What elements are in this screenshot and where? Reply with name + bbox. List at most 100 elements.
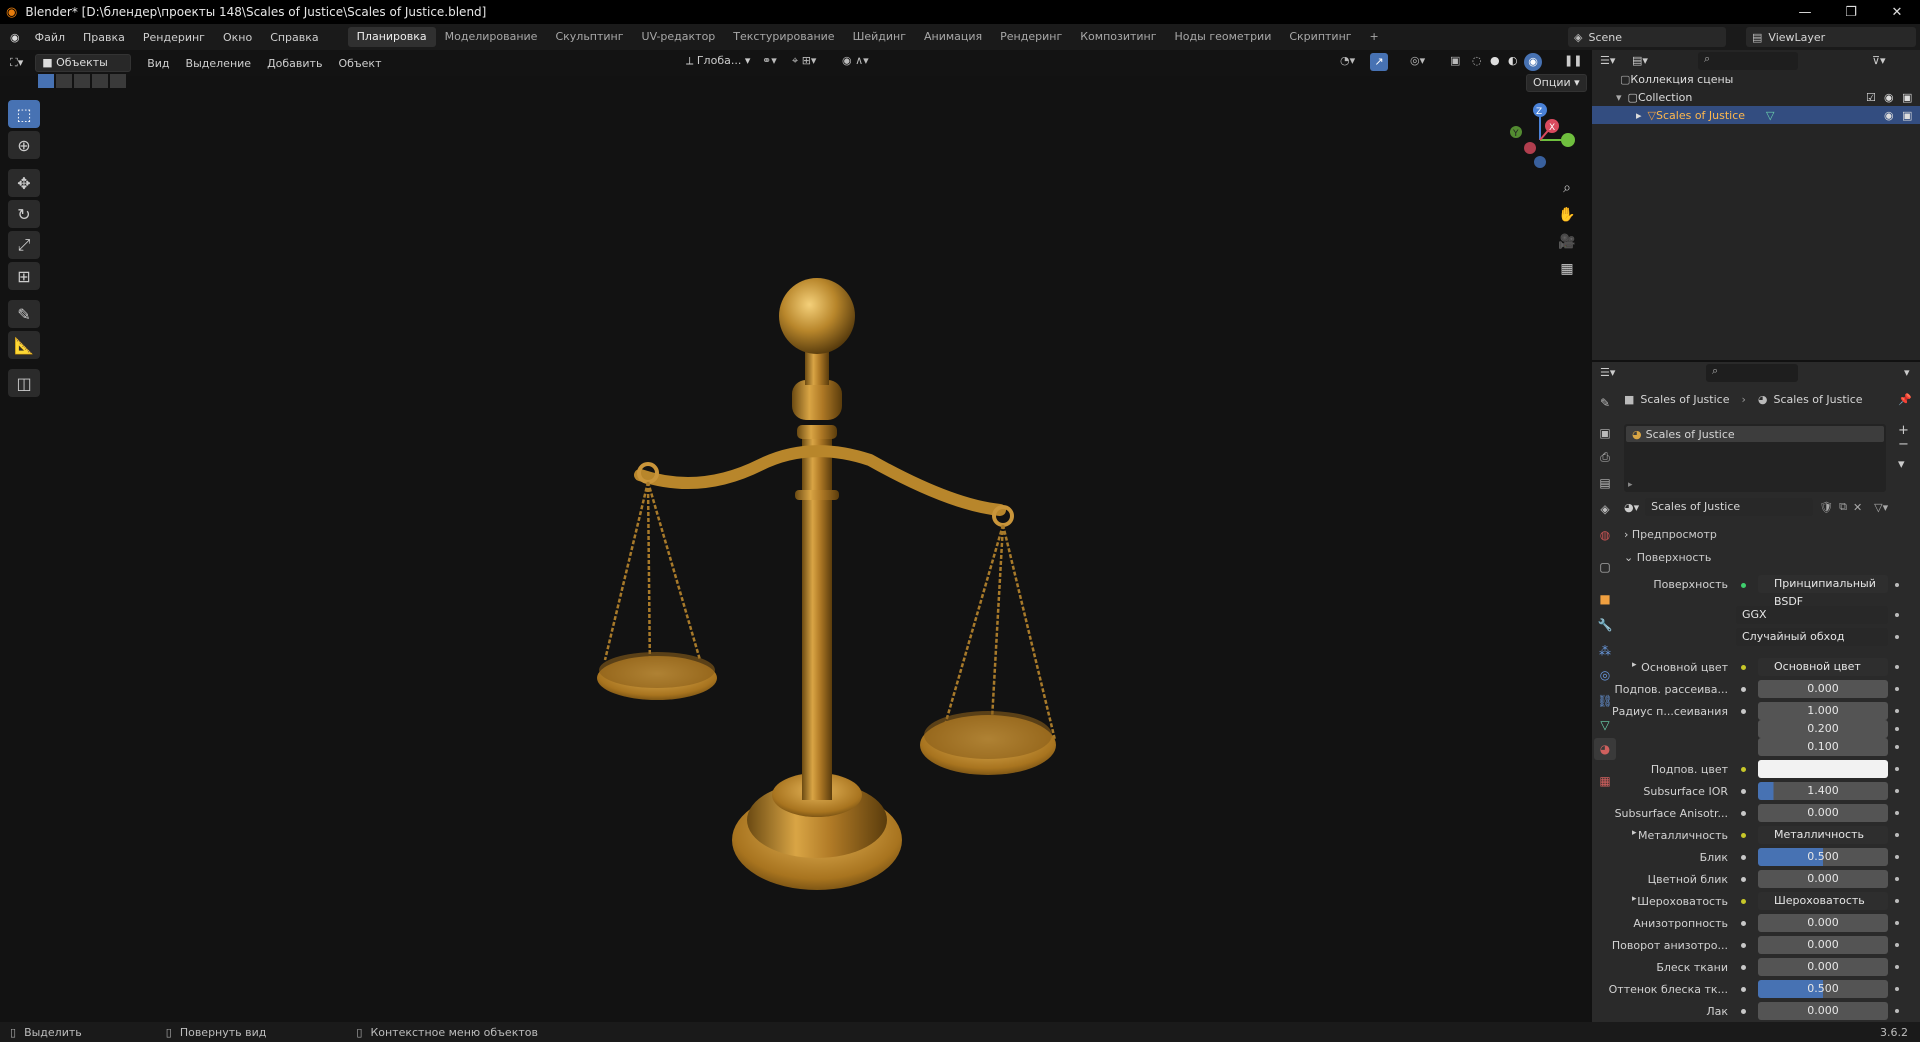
gizmo-toggle-icon[interactable]: ↗ <box>1370 53 1388 71</box>
properties-search-input[interactable]: ⌕ <box>1706 364 1798 382</box>
select-invert-icon[interactable] <box>92 74 108 88</box>
expand-arrow-icon[interactable]: ▸ <box>1632 894 1637 904</box>
world-tab-icon[interactable]: ◍ <box>1594 524 1616 546</box>
tab-rendering[interactable]: Рендеринг <box>991 27 1071 47</box>
render-tab-icon[interactable]: ▣ <box>1594 422 1616 444</box>
socket-icon[interactable] <box>1741 987 1746 992</box>
menu-render[interactable]: Рендеринг <box>134 31 214 44</box>
chevron-down-icon[interactable]: ▾ <box>1904 366 1910 379</box>
filter-icon[interactable]: ⊽▾ <box>1872 54 1886 67</box>
outliner-row-scene-collection[interactable]: ▢ Коллекция сцены <box>1592 70 1920 88</box>
texture-tab-icon[interactable]: ▦ <box>1594 770 1616 792</box>
view-layer-tab-icon[interactable]: ▤ <box>1594 472 1616 494</box>
menu-object[interactable]: Объект <box>330 57 389 70</box>
material-shading-icon[interactable]: ◐ <box>1508 54 1518 67</box>
keyframe-dot-icon[interactable] <box>1895 921 1899 925</box>
panel-surface[interactable]: ⌄ Поверхность <box>1624 551 1711 564</box>
checkbox-icon[interactable]: ☑ <box>1866 91 1876 104</box>
socket-icon[interactable] <box>1741 855 1746 860</box>
camera-icon[interactable]: ▣ <box>1902 91 1912 104</box>
distribution-dropdown[interactable]: GGX <box>1736 606 1888 624</box>
socket-icon[interactable] <box>1741 665 1746 670</box>
slot-specials-button[interactable]: ▾ <box>1898 458 1909 472</box>
socket-icon[interactable] <box>1741 833 1746 838</box>
keyframe-dot-icon[interactable] <box>1895 635 1899 639</box>
number-field[interactable]: 0.500 <box>1758 848 1888 866</box>
display-mode-icon[interactable]: ▤▾ <box>1632 54 1648 67</box>
tab-modeling[interactable]: Моделирование <box>436 27 547 47</box>
minimize-button[interactable]: — <box>1782 0 1828 24</box>
socket-icon[interactable] <box>1741 877 1746 882</box>
material-slot-row[interactable]: ◕ Scales of Justice <box>1626 426 1884 442</box>
unlink-icon[interactable]: ✕ <box>1853 501 1862 514</box>
proportional-edit-icon[interactable]: ◉ ∧▾ <box>842 54 869 67</box>
tab-uv-editing[interactable]: UV-редактор <box>633 27 725 47</box>
pause-render-icon[interactable]: ❚❚ <box>1564 54 1582 67</box>
select-box-tool-icon[interactable]: ⬚ <box>8 100 40 128</box>
overlays-icon[interactable]: ◎▾ <box>1410 54 1425 67</box>
keyframe-dot-icon[interactable] <box>1895 987 1899 991</box>
socket-icon[interactable] <box>1741 943 1746 948</box>
xray-icon[interactable]: ▣ <box>1450 54 1460 67</box>
outliner-search-input[interactable]: ⌕ <box>1698 52 1798 70</box>
perspective-grid-icon[interactable]: ▦ <box>1555 257 1579 281</box>
material-tab-icon[interactable]: ◕ <box>1594 738 1616 760</box>
fake-user-icon[interactable]: 🛡 <box>1819 501 1833 514</box>
rendered-shading-icon[interactable]: ◉ <box>1524 53 1542 71</box>
editor-type-icon[interactable]: ⛶▾ <box>10 56 23 70</box>
zoom-icon[interactable]: ⌕ <box>1555 176 1579 200</box>
modifier-tab-icon[interactable]: 🔧 <box>1594 614 1616 636</box>
collection-tab-icon[interactable]: ▢ <box>1594 556 1616 578</box>
socket-icon[interactable] <box>1741 767 1746 772</box>
number-field[interactable]: 1.400 <box>1758 782 1888 800</box>
number-field[interactable]: 0.000 <box>1758 958 1888 976</box>
keyframe-dot-icon[interactable] <box>1895 745 1899 749</box>
socket-icon[interactable] <box>1741 687 1746 692</box>
outliner-row-scales-of-justice[interactable]: ▸ ▽ Scales of Justice ▽ ◉ ▣ <box>1592 106 1920 124</box>
close-button[interactable]: ✕ <box>1874 0 1920 24</box>
menu-edit[interactable]: Правка <box>74 31 134 44</box>
keyframe-dot-icon[interactable] <box>1895 665 1899 669</box>
solid-shading-icon[interactable]: ● <box>1490 54 1500 67</box>
camera-view-icon[interactable]: 🎥 <box>1555 230 1579 254</box>
add-workspace-button[interactable]: + <box>1361 27 1388 47</box>
annotate-tool-icon[interactable]: ✎ <box>8 300 40 328</box>
duplicate-icon[interactable]: ⧉ <box>1839 500 1847 514</box>
socket-icon[interactable] <box>1741 965 1746 970</box>
number-field[interactable]: 0.000 <box>1758 914 1888 932</box>
socket-icon[interactable] <box>1741 789 1746 794</box>
tab-sculpting[interactable]: Скульптинг <box>546 27 632 47</box>
number-field[interactable]: 0.000 <box>1758 870 1888 888</box>
material-name-field[interactable]: Scales of Justice <box>1645 498 1814 516</box>
socket-icon[interactable] <box>1741 921 1746 926</box>
camera-icon[interactable]: ▣ <box>1902 109 1912 122</box>
tab-compositing[interactable]: Композитинг <box>1071 27 1165 47</box>
expand-arrow-icon[interactable]: ▸ <box>1628 480 1633 490</box>
number-field[interactable]: 0.000 <box>1758 680 1888 698</box>
select-new-icon[interactable] <box>38 74 54 88</box>
expand-arrow-icon[interactable]: ▸ <box>1632 660 1637 670</box>
tab-layout[interactable]: Планировка <box>347 27 436 47</box>
output-tab-icon[interactable]: ⎙ <box>1594 446 1616 468</box>
transform-orientation-dropdown[interactable]: ⟂ Глоба... ▾ <box>686 54 750 68</box>
eye-icon[interactable]: ◉ <box>1884 109 1894 122</box>
mode-dropdown[interactable]: ■ Объекты <box>35 54 132 72</box>
scene-selector[interactable]: ◈ Scene <box>1568 27 1726 47</box>
surface-shader-field[interactable]: Принципиальный BSDF <box>1758 575 1888 608</box>
visibility-icon[interactable]: ◔▾ <box>1340 54 1355 67</box>
keyframe-dot-icon[interactable] <box>1895 727 1899 731</box>
browse-material-icon[interactable]: ◕▾ <box>1624 501 1639 514</box>
expand-arrow-icon[interactable]: ▾ <box>1616 91 1622 104</box>
color-swatch[interactable] <box>1758 760 1888 778</box>
rotate-tool-icon[interactable]: ↻ <box>8 200 40 228</box>
linked-input-field[interactable]: Основной цвет <box>1758 658 1888 676</box>
keyframe-dot-icon[interactable] <box>1895 613 1899 617</box>
menu-file[interactable]: Файл <box>26 31 74 44</box>
select-subtract-icon[interactable] <box>74 74 90 88</box>
keyframe-dot-icon[interactable] <box>1895 833 1899 837</box>
cursor-tool-icon[interactable]: ⊕ <box>8 131 40 159</box>
number-field[interactable]: 0.200 <box>1758 720 1888 738</box>
linked-input-field[interactable]: Шероховатость <box>1758 892 1888 910</box>
tab-geometry-nodes[interactable]: Ноды геометрии <box>1166 27 1281 47</box>
socket-icon[interactable] <box>1741 899 1746 904</box>
